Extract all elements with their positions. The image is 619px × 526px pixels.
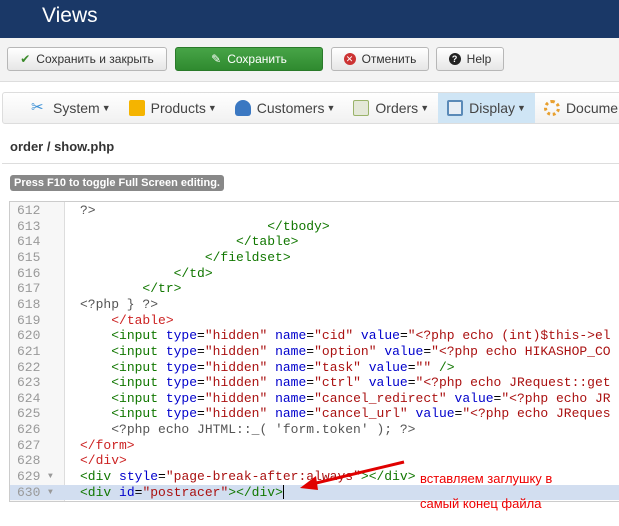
annotation-note: вставляем заглушку в самый конец файла [420,471,553,511]
annotation-arrow [300,460,405,490]
